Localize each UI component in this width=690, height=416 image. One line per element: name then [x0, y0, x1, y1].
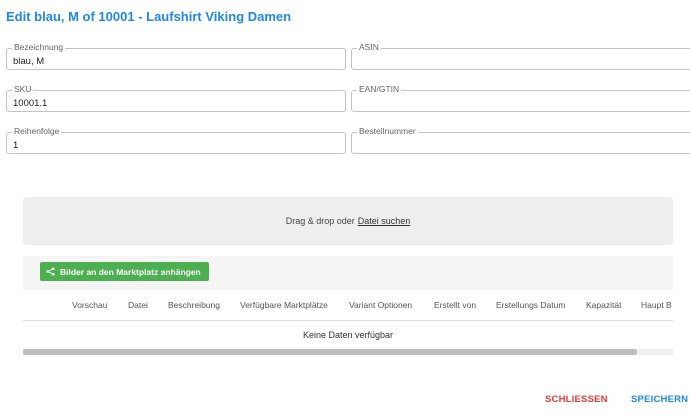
- table-header-row: Vorschau Datei Beschreibung Verfügbare M…: [23, 290, 673, 321]
- bezeichnung-field[interactable]: Bezeichnung: [6, 42, 346, 70]
- sku-field[interactable]: SKU: [6, 84, 346, 112]
- ean-input[interactable]: [352, 91, 690, 111]
- asin-field[interactable]: ASIN: [351, 42, 690, 70]
- attach-to-marketplace-button[interactable]: Bilder an den Marktplatz anhängen: [40, 262, 209, 281]
- column-header[interactable]: Erstellungs Datum: [496, 290, 565, 321]
- column-header[interactable]: Datei: [128, 290, 148, 321]
- bestellnummer-input[interactable]: [352, 133, 690, 153]
- table-toolbar: Bilder an den Marktplatz anhängen: [23, 256, 673, 290]
- reihenfolge-input[interactable]: [7, 133, 345, 153]
- reihenfolge-field[interactable]: Reihenfolge: [6, 126, 346, 154]
- ean-field[interactable]: EAN/GTIN: [351, 84, 690, 112]
- save-button[interactable]: SPEICHERN: [631, 394, 688, 405]
- dialog-title: Edit blau, M of 10001 - Laufshirt Viking…: [6, 9, 292, 24]
- horizontal-scrollbar[interactable]: [23, 349, 673, 355]
- column-header[interactable]: Verfügbare Marktplätze: [240, 290, 328, 321]
- close-button[interactable]: SCHLIESSEN: [545, 394, 608, 405]
- column-header[interactable]: Kapazität: [586, 290, 621, 321]
- images-table: Bilder an den Marktplatz anhängen Vorsch…: [23, 256, 673, 355]
- sku-input[interactable]: [7, 91, 345, 111]
- asin-input[interactable]: [352, 49, 690, 69]
- empty-table-message: Keine Daten verfügbar: [302, 330, 394, 340]
- column-header[interactable]: Variant Optionen: [349, 290, 412, 321]
- column-header[interactable]: Beschreibung: [168, 290, 220, 321]
- scrollbar-thumb[interactable]: [23, 349, 637, 355]
- browse-file-link[interactable]: Datei suchen: [358, 216, 411, 226]
- bestellnummer-field[interactable]: Bestellnummer: [351, 126, 690, 154]
- attach-button-label: Bilder an den Marktplatz anhängen: [60, 266, 201, 277]
- share-icon: [46, 267, 55, 276]
- column-header[interactable]: Haupt B: [641, 290, 672, 321]
- dropzone-text: Drag & drop oder: [285, 216, 355, 226]
- column-header[interactable]: Vorschau: [72, 290, 107, 321]
- file-dropzone[interactable]: Drag & drop oder Datei suchen: [23, 197, 673, 245]
- column-header[interactable]: Erstellt von: [434, 290, 476, 321]
- bezeichnung-input[interactable]: [7, 49, 345, 69]
